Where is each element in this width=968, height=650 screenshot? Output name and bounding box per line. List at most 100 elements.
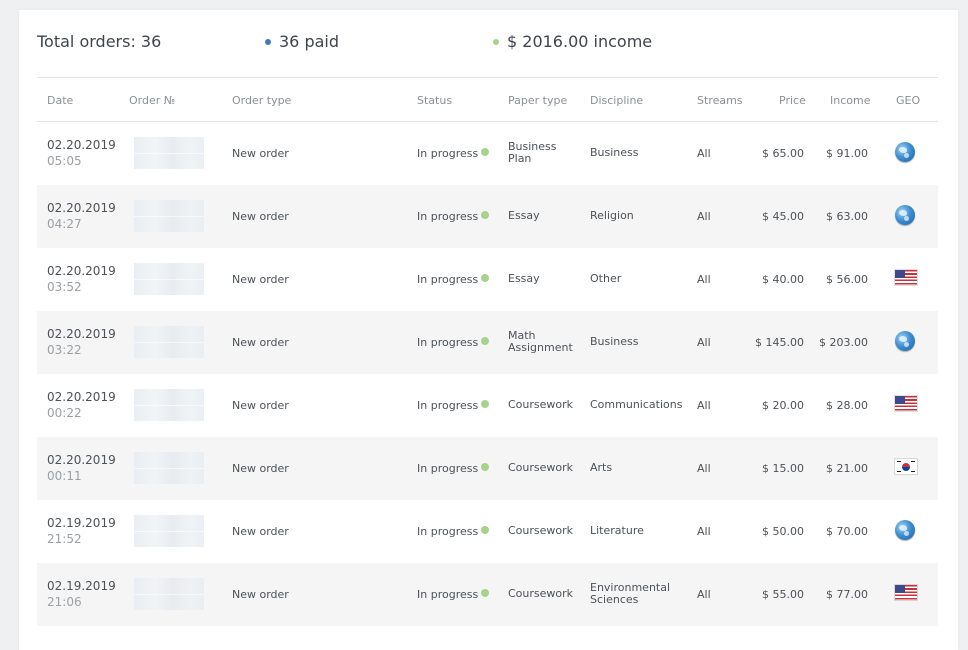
income-text: $ 2016.00 income [507, 32, 653, 51]
order-date-time: 00:22 [47, 406, 82, 420]
us-flag-icon [895, 270, 917, 285]
order-type: New order [232, 399, 289, 412]
table-row[interactable]: 02.20.2019 03:52 New order In progress Essay… [37, 248, 938, 311]
discipline: Other [590, 272, 622, 285]
order-date-day: 02.20.2019 [47, 201, 116, 215]
order-status: In progress [417, 147, 490, 160]
orders-card: Total orders: 36 36 paid $ 2016.00 incom… [19, 10, 958, 650]
price: $ 65.00 [762, 147, 804, 160]
table-row[interactable]: 02.20.2019 03:22 New order In progress Math … [37, 311, 938, 374]
income: $ 203.00 [819, 336, 868, 349]
orders-summary: Total orders: 36 36 paid $ 2016.00 incom… [37, 32, 937, 58]
streams: All [697, 336, 711, 349]
header-price[interactable]: Price [779, 94, 806, 107]
table-row[interactable]: 02.20.2019 00:22 New order In progress Cours… [37, 374, 938, 437]
status-dot-icon [481, 274, 490, 282]
discipline: Arts [590, 461, 613, 474]
order-date-time: 03:22 [47, 343, 82, 357]
streams: All [697, 525, 711, 538]
paper-type: Essay [508, 272, 540, 285]
geo [895, 205, 919, 227]
header-geo[interactable]: GEO [896, 94, 920, 107]
header-status[interactable]: Status [417, 94, 452, 107]
geo [895, 142, 919, 164]
orders-table: Date Order № Order type Status Paper typ… [37, 78, 938, 626]
globe-icon [895, 205, 915, 225]
price: $ 50.00 [762, 525, 804, 538]
header-streams[interactable]: Streams [697, 94, 743, 107]
order-date-time: 00:11 [47, 469, 82, 483]
order-date-day: 02.20.2019 [47, 327, 116, 341]
order-date: 02.20.2019 03:22 [47, 326, 116, 358]
order-date-time: 04:27 [47, 217, 82, 231]
order-number-redacted [134, 389, 204, 421]
header-order-type[interactable]: Order type [232, 94, 291, 107]
order-status: In progress [417, 525, 490, 538]
streams: All [697, 273, 711, 286]
paper-type: Math Assignment [508, 329, 573, 354]
order-date: 02.20.2019 00:11 [47, 452, 116, 484]
table-row[interactable]: 02.20.2019 05:05 New order In progress Busin… [37, 122, 938, 185]
us-flag-icon [895, 585, 917, 600]
income: $ 70.00 [826, 525, 868, 538]
header-order-number[interactable]: Order № [129, 94, 175, 107]
streams: All [697, 462, 711, 475]
order-date-time: 03:52 [47, 280, 82, 294]
order-date: 02.19.2019 21:06 [47, 578, 116, 610]
order-date-day: 02.20.2019 [47, 138, 116, 152]
discipline: Literature [590, 524, 644, 537]
header-income[interactable]: Income [830, 94, 870, 107]
income-summary: $ 2016.00 income [493, 32, 652, 51]
streams: All [697, 399, 711, 412]
order-date: 02.19.2019 21:52 [47, 515, 116, 547]
order-type: New order [232, 273, 289, 286]
discipline: Business [590, 335, 639, 348]
discipline: Business [590, 146, 639, 159]
order-status-label: In progress [417, 147, 479, 160]
streams: All [697, 210, 711, 223]
table-row[interactable]: 02.19.2019 21:52 New order In progress Cours… [37, 500, 938, 563]
geo [895, 457, 919, 479]
header-discipline[interactable]: Discipline [590, 94, 643, 107]
paper-type: Coursework [508, 398, 574, 411]
order-date-time: 05:05 [47, 154, 82, 168]
streams: All [697, 588, 711, 601]
status-dot-icon [481, 337, 490, 345]
paper-type: Coursework [508, 461, 574, 474]
globe-icon [895, 142, 915, 162]
order-status-label: In progress [417, 273, 479, 286]
income: $ 77.00 [826, 588, 868, 601]
income: $ 63.00 [826, 210, 868, 223]
table-header: Date Order № Order type Status Paper typ… [37, 78, 938, 122]
geo [895, 331, 919, 353]
income: $ 21.00 [826, 462, 868, 475]
kr-flag-icon [895, 459, 917, 474]
header-paper-type[interactable]: Paper type [508, 94, 567, 107]
order-type: New order [232, 147, 289, 160]
table-body: 02.20.2019 05:05 New order In progress Busin… [37, 122, 938, 626]
paid-summary: 36 paid [265, 32, 339, 51]
us-flag-icon [895, 396, 917, 411]
table-row[interactable]: 02.20.2019 04:27 New order In progress Essay… [37, 185, 938, 248]
order-date-day: 02.20.2019 [47, 264, 116, 278]
header-date[interactable]: Date [47, 94, 73, 107]
order-status: In progress [417, 462, 490, 475]
order-status: In progress [417, 588, 490, 601]
price: $ 15.00 [762, 462, 804, 475]
order-number-redacted [134, 263, 204, 295]
order-status-label: In progress [417, 399, 479, 412]
table-row[interactable]: 02.20.2019 00:11 New order In progress Cours… [37, 437, 938, 500]
price: $ 145.00 [755, 336, 804, 349]
order-number-redacted [134, 515, 204, 547]
paper-type: Coursework [508, 524, 574, 537]
order-date-day: 02.19.2019 [47, 516, 116, 530]
order-type: New order [232, 336, 289, 349]
order-status: In progress [417, 210, 490, 223]
paper-type: Coursework [508, 587, 574, 600]
table-row[interactable]: 02.19.2019 21:06 New order In progress Cours… [37, 563, 938, 626]
order-date: 02.20.2019 00:22 [47, 389, 116, 421]
paid-dot-icon [265, 38, 271, 45]
income-dot-icon [493, 38, 499, 45]
order-date-day: 02.20.2019 [47, 390, 116, 404]
order-status: In progress [417, 273, 490, 286]
